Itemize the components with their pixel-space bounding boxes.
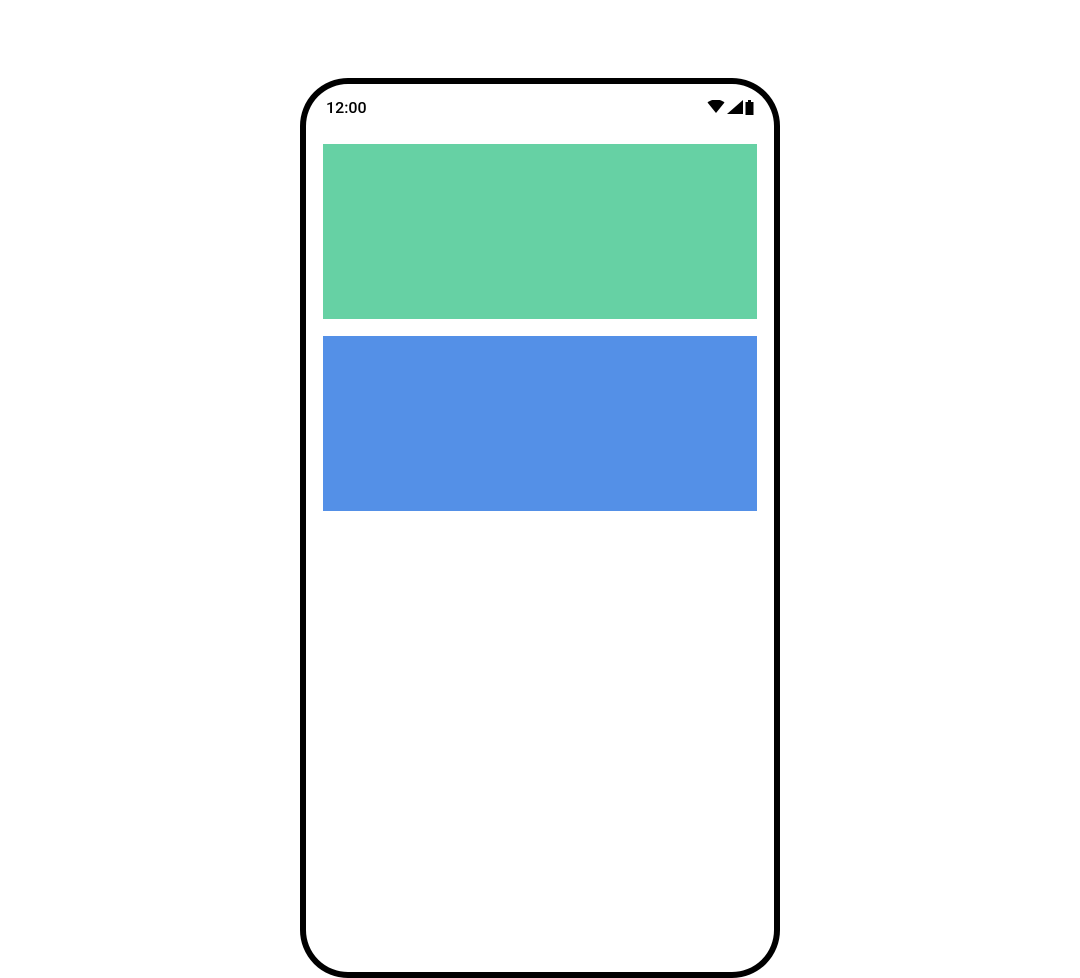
color-block-blue (323, 336, 757, 511)
cellular-icon (727, 100, 743, 114)
phone-frame: 12:00 (300, 78, 780, 978)
status-bar-time: 12:00 (326, 98, 367, 117)
color-block-green (323, 144, 757, 319)
status-bar-icons (707, 100, 754, 115)
battery-icon (745, 100, 754, 115)
content-area (306, 124, 774, 531)
status-bar: 12:00 (306, 84, 774, 124)
wifi-icon (707, 100, 725, 114)
